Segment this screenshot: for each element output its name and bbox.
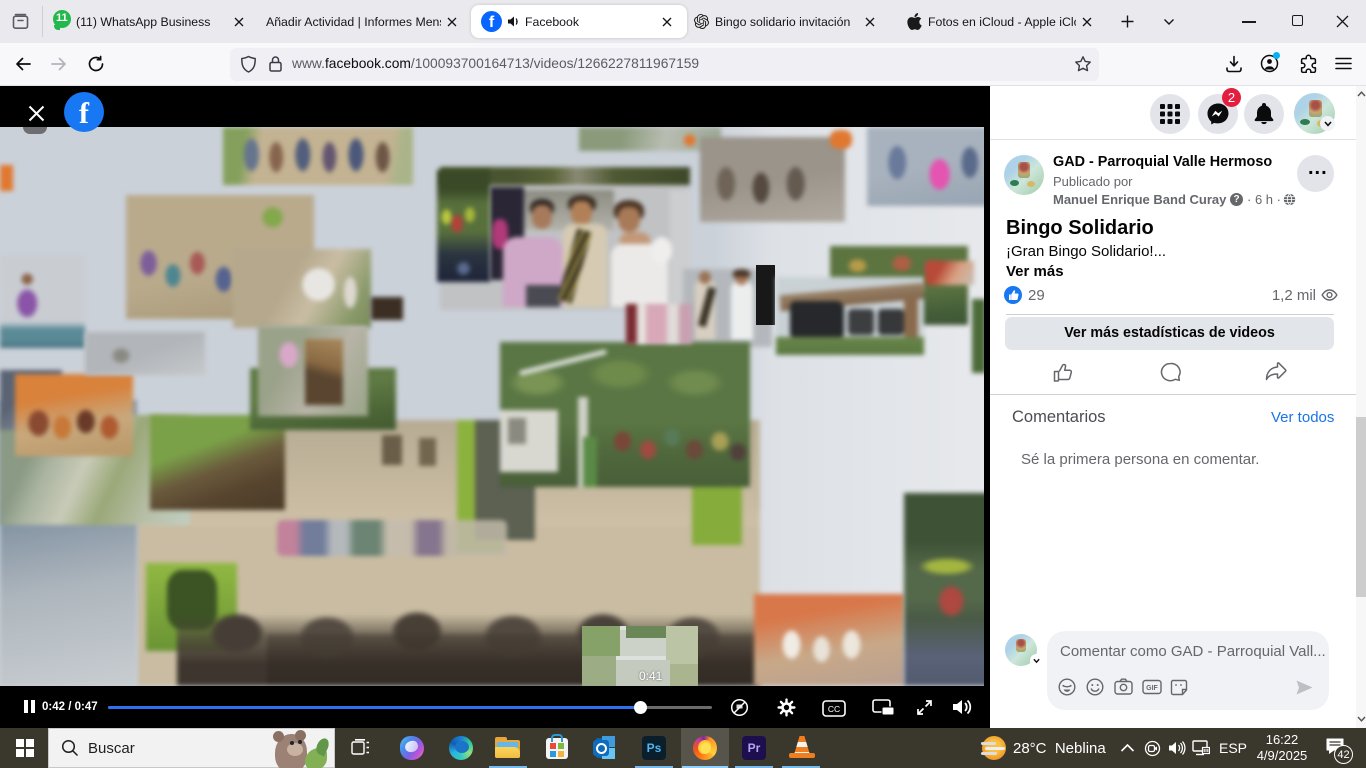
svg-text:CC: CC [828, 704, 840, 714]
svg-text:GIF: GIF [1146, 685, 1158, 692]
